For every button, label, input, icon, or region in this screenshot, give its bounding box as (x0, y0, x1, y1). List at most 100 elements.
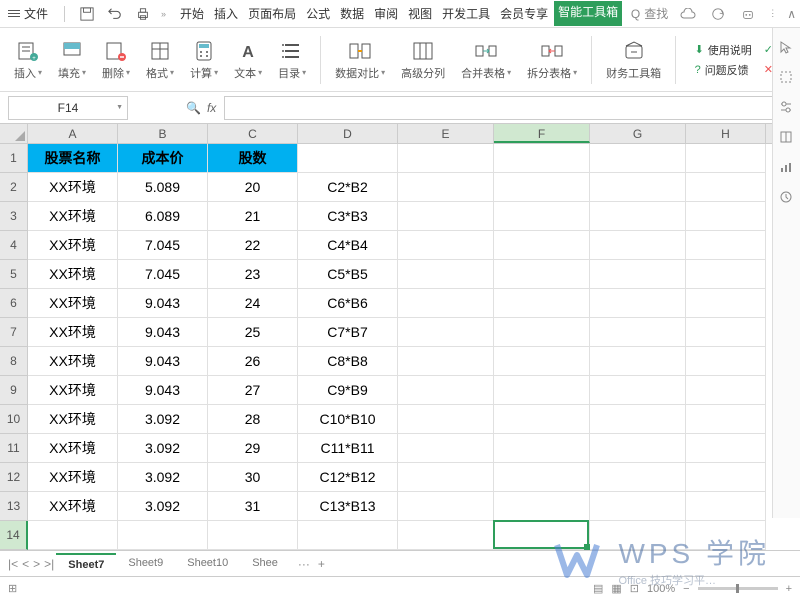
cell[interactable] (686, 492, 766, 521)
formula-input[interactable] (224, 96, 792, 120)
row-header[interactable]: 12 (0, 463, 28, 492)
cell[interactable] (494, 463, 590, 492)
cell[interactable]: 9.043 (118, 289, 208, 318)
ribbon-text[interactable]: A 文本▾ (228, 39, 268, 81)
cell[interactable] (398, 521, 494, 550)
cell[interactable]: C4*B4 (298, 231, 398, 260)
cell[interactable] (686, 144, 766, 173)
cell[interactable] (494, 376, 590, 405)
cell[interactable] (494, 202, 590, 231)
more-icon[interactable]: ⋮ (768, 8, 777, 19)
ribbon-insert[interactable]: + 插入▾ (8, 39, 48, 81)
cell[interactable] (494, 492, 590, 521)
status-mode-icon[interactable]: ⊞ (8, 582, 17, 595)
tab-review[interactable]: 审阅 (370, 1, 402, 26)
cell[interactable] (686, 434, 766, 463)
row-header[interactable]: 8 (0, 347, 28, 376)
col-header-E[interactable]: E (398, 124, 494, 143)
view-page-icon[interactable]: ▦ (611, 582, 621, 595)
cell[interactable] (590, 289, 686, 318)
cell[interactable]: XX环境 (28, 260, 118, 289)
tab-layout[interactable]: 页面布局 (244, 1, 300, 26)
select-icon[interactable] (779, 70, 795, 86)
cell[interactable] (208, 521, 298, 550)
cell[interactable] (686, 289, 766, 318)
cell[interactable]: 3.092 (118, 492, 208, 521)
ribbon-delete[interactable]: 删除▾ (96, 39, 136, 81)
settings-icon[interactable] (779, 100, 795, 116)
cell[interactable] (398, 260, 494, 289)
cell[interactable]: C12*B12 (298, 463, 398, 492)
cell[interactable] (590, 260, 686, 289)
cell[interactable]: C6*B6 (298, 289, 398, 318)
cell[interactable] (494, 144, 590, 173)
cell[interactable]: 24 (208, 289, 298, 318)
search-box[interactable]: Q 查找 (631, 5, 668, 22)
cell[interactable] (398, 202, 494, 231)
row-header[interactable]: 7 (0, 318, 28, 347)
cell[interactable]: 9.043 (118, 376, 208, 405)
fx-label[interactable]: fx (207, 101, 216, 115)
cell[interactable] (398, 347, 494, 376)
undo-icon[interactable] (105, 4, 125, 24)
cell[interactable] (118, 521, 208, 550)
zoom-slider[interactable] (698, 587, 778, 590)
cell[interactable] (494, 405, 590, 434)
cell[interactable]: 29 (208, 434, 298, 463)
cell[interactable] (398, 463, 494, 492)
cell[interactable] (398, 144, 494, 173)
help-link[interactable]: ⬇使用说明 (695, 42, 752, 58)
cell[interactable]: 股票名称 (28, 144, 118, 173)
cell[interactable]: XX环境 (28, 492, 118, 521)
cell[interactable] (686, 347, 766, 376)
sheet-next-icon[interactable]: > (33, 557, 40, 571)
cell[interactable]: 23 (208, 260, 298, 289)
cell[interactable]: 股数 (208, 144, 298, 173)
tab-dev[interactable]: 开发工具 (438, 1, 494, 26)
cell[interactable]: 9.043 (118, 318, 208, 347)
cell[interactable]: XX环境 (28, 434, 118, 463)
cell[interactable]: C10*B10 (298, 405, 398, 434)
cell[interactable]: 21 (208, 202, 298, 231)
cell[interactable] (686, 521, 766, 550)
ribbon-split-table[interactable]: 拆分表格▾ (521, 39, 583, 81)
cell[interactable] (686, 376, 766, 405)
print-icon[interactable] (133, 4, 153, 24)
row-header[interactable]: 9 (0, 376, 28, 405)
cell[interactable]: C13*B13 (298, 492, 398, 521)
cell[interactable]: 7.045 (118, 231, 208, 260)
cell[interactable]: 22 (208, 231, 298, 260)
zoom-in-icon[interactable]: + (786, 583, 792, 595)
cell[interactable] (590, 173, 686, 202)
cell[interactable] (398, 405, 494, 434)
cell[interactable] (398, 434, 494, 463)
cell[interactable] (494, 260, 590, 289)
sheet-tab[interactable]: Sheet7 (56, 553, 116, 575)
name-box[interactable]: F14 (8, 96, 128, 120)
cell[interactable] (590, 202, 686, 231)
cell[interactable]: 9.043 (118, 347, 208, 376)
sheet-tab[interactable]: Shee (240, 553, 290, 575)
cell[interactable] (686, 463, 766, 492)
cell[interactable] (590, 231, 686, 260)
cell[interactable]: C5*B5 (298, 260, 398, 289)
zoom-out-icon[interactable]: − (683, 583, 689, 595)
row-header[interactable]: 14 (0, 521, 28, 550)
cell[interactable] (494, 434, 590, 463)
cell[interactable]: XX环境 (28, 231, 118, 260)
cell[interactable] (590, 492, 686, 521)
tab-insert[interactable]: 插入 (210, 1, 242, 26)
cell[interactable] (398, 492, 494, 521)
col-header-G[interactable]: G (590, 124, 686, 143)
sheet-tab[interactable]: Sheet10 (175, 553, 240, 575)
cell[interactable] (590, 347, 686, 376)
cell[interactable]: C2*B2 (298, 173, 398, 202)
cell[interactable]: 28 (208, 405, 298, 434)
cell[interactable] (494, 347, 590, 376)
ribbon-format[interactable]: 格式▾ (140, 39, 180, 81)
sheet-prev-icon[interactable]: < (22, 557, 29, 571)
cell[interactable]: 25 (208, 318, 298, 347)
cell[interactable]: XX环境 (28, 347, 118, 376)
cell[interactable]: XX环境 (28, 173, 118, 202)
ribbon-merge[interactable]: 合并表格▾ (455, 39, 517, 81)
